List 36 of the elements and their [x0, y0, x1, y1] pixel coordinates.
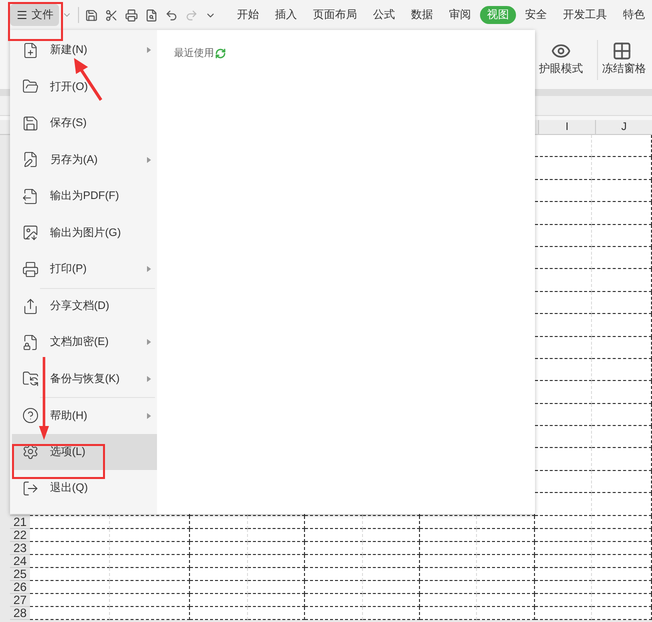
freeze-panes-button[interactable]: 冻结窗格: [602, 41, 652, 78]
menu-item[interactable]: 帮助(H): [12, 398, 157, 434]
ribbon-tab[interactable]: 开始: [230, 6, 266, 24]
column-header: I: [565, 120, 569, 135]
menu-item[interactable]: 输出为图片(G): [12, 214, 157, 251]
eye-protection-button[interactable]: 护眼模式: [529, 41, 593, 78]
row-number: 26: [13, 580, 27, 593]
menu-item[interactable]: 打开(O): [12, 68, 157, 105]
ribbon-tab[interactable]: 开发工具: [556, 6, 614, 24]
ribbon-tab[interactable]: 特色: [616, 6, 652, 24]
menu-item[interactable]: 打印(P): [12, 251, 157, 288]
ribbon-tab[interactable]: 安全: [518, 6, 554, 24]
row-number: 22: [13, 528, 27, 541]
ribbon-tab[interactable]: 审阅: [442, 6, 478, 24]
row-number: 27: [13, 594, 27, 606]
row-number: 25: [13, 568, 27, 580]
menu-item[interactable]: 分享文档(D): [12, 288, 157, 324]
row-number: 24: [13, 554, 27, 567]
ribbon-tab[interactable]: 插入: [268, 6, 304, 24]
row-number: 23: [13, 542, 27, 554]
row-number: 28: [13, 606, 27, 619]
ribbon-tab[interactable]: 页面布局: [306, 6, 364, 24]
recent-title: 最近使用: [174, 46, 214, 61]
menu-item[interactable]: 备份与恢复(K): [12, 360, 157, 397]
ribbon-tab[interactable]: 公式: [366, 6, 402, 24]
menu-item[interactable]: 保存(S): [12, 105, 157, 142]
menu-item[interactable]: 选项(L): [12, 434, 157, 470]
menu-item[interactable]: 新建(N): [12, 32, 157, 68]
menu-item[interactable]: 另存为(A): [12, 142, 157, 178]
ribbon-tab[interactable]: 数据: [404, 6, 440, 24]
menu-item[interactable]: 退出(Q): [12, 470, 157, 506]
row-number: 21: [13, 516, 27, 528]
menu-item[interactable]: 文档加密(E): [12, 324, 157, 360]
file-menu-button[interactable]: 文件: [10, 4, 60, 26]
column-header: J: [621, 120, 627, 135]
menu-item[interactable]: 输出为PDF(F): [12, 178, 157, 214]
